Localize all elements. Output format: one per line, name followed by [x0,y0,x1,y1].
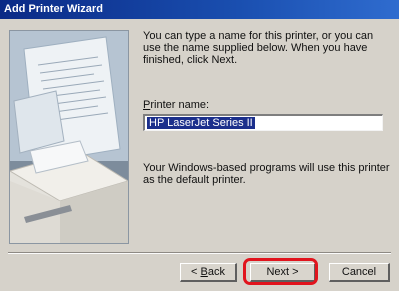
back-button[interactable]: < Back [180,263,237,282]
back-button-mnemonic: B [200,266,208,278]
printer-name-label: Printer name: [143,99,209,111]
printer-illustration [9,30,129,244]
back-button-prefix: < [191,266,201,278]
title-bar[interactable]: Add Printer Wizard [0,0,399,19]
instructions-text: You can type a name for this printer, or… [143,30,374,66]
printer-with-paper-image [10,31,128,243]
default-printer-note: Your Windows-based programs will use thi… [143,162,390,186]
button-divider [8,252,391,254]
window-title: Add Printer Wizard [4,3,103,15]
printer-name-label-rest: rinter name: [150,99,210,111]
printer-name-input[interactable]: HP LaserJet Series II [143,114,383,131]
back-button-rest: ack [207,266,225,278]
cancel-button[interactable]: Cancel [329,263,390,282]
next-button-highlight-annotation [243,258,318,285]
add-printer-wizard-window: Add Printer Wizard You can type a name f… [0,0,399,291]
printer-name-value: HP LaserJet Series II [147,117,255,129]
